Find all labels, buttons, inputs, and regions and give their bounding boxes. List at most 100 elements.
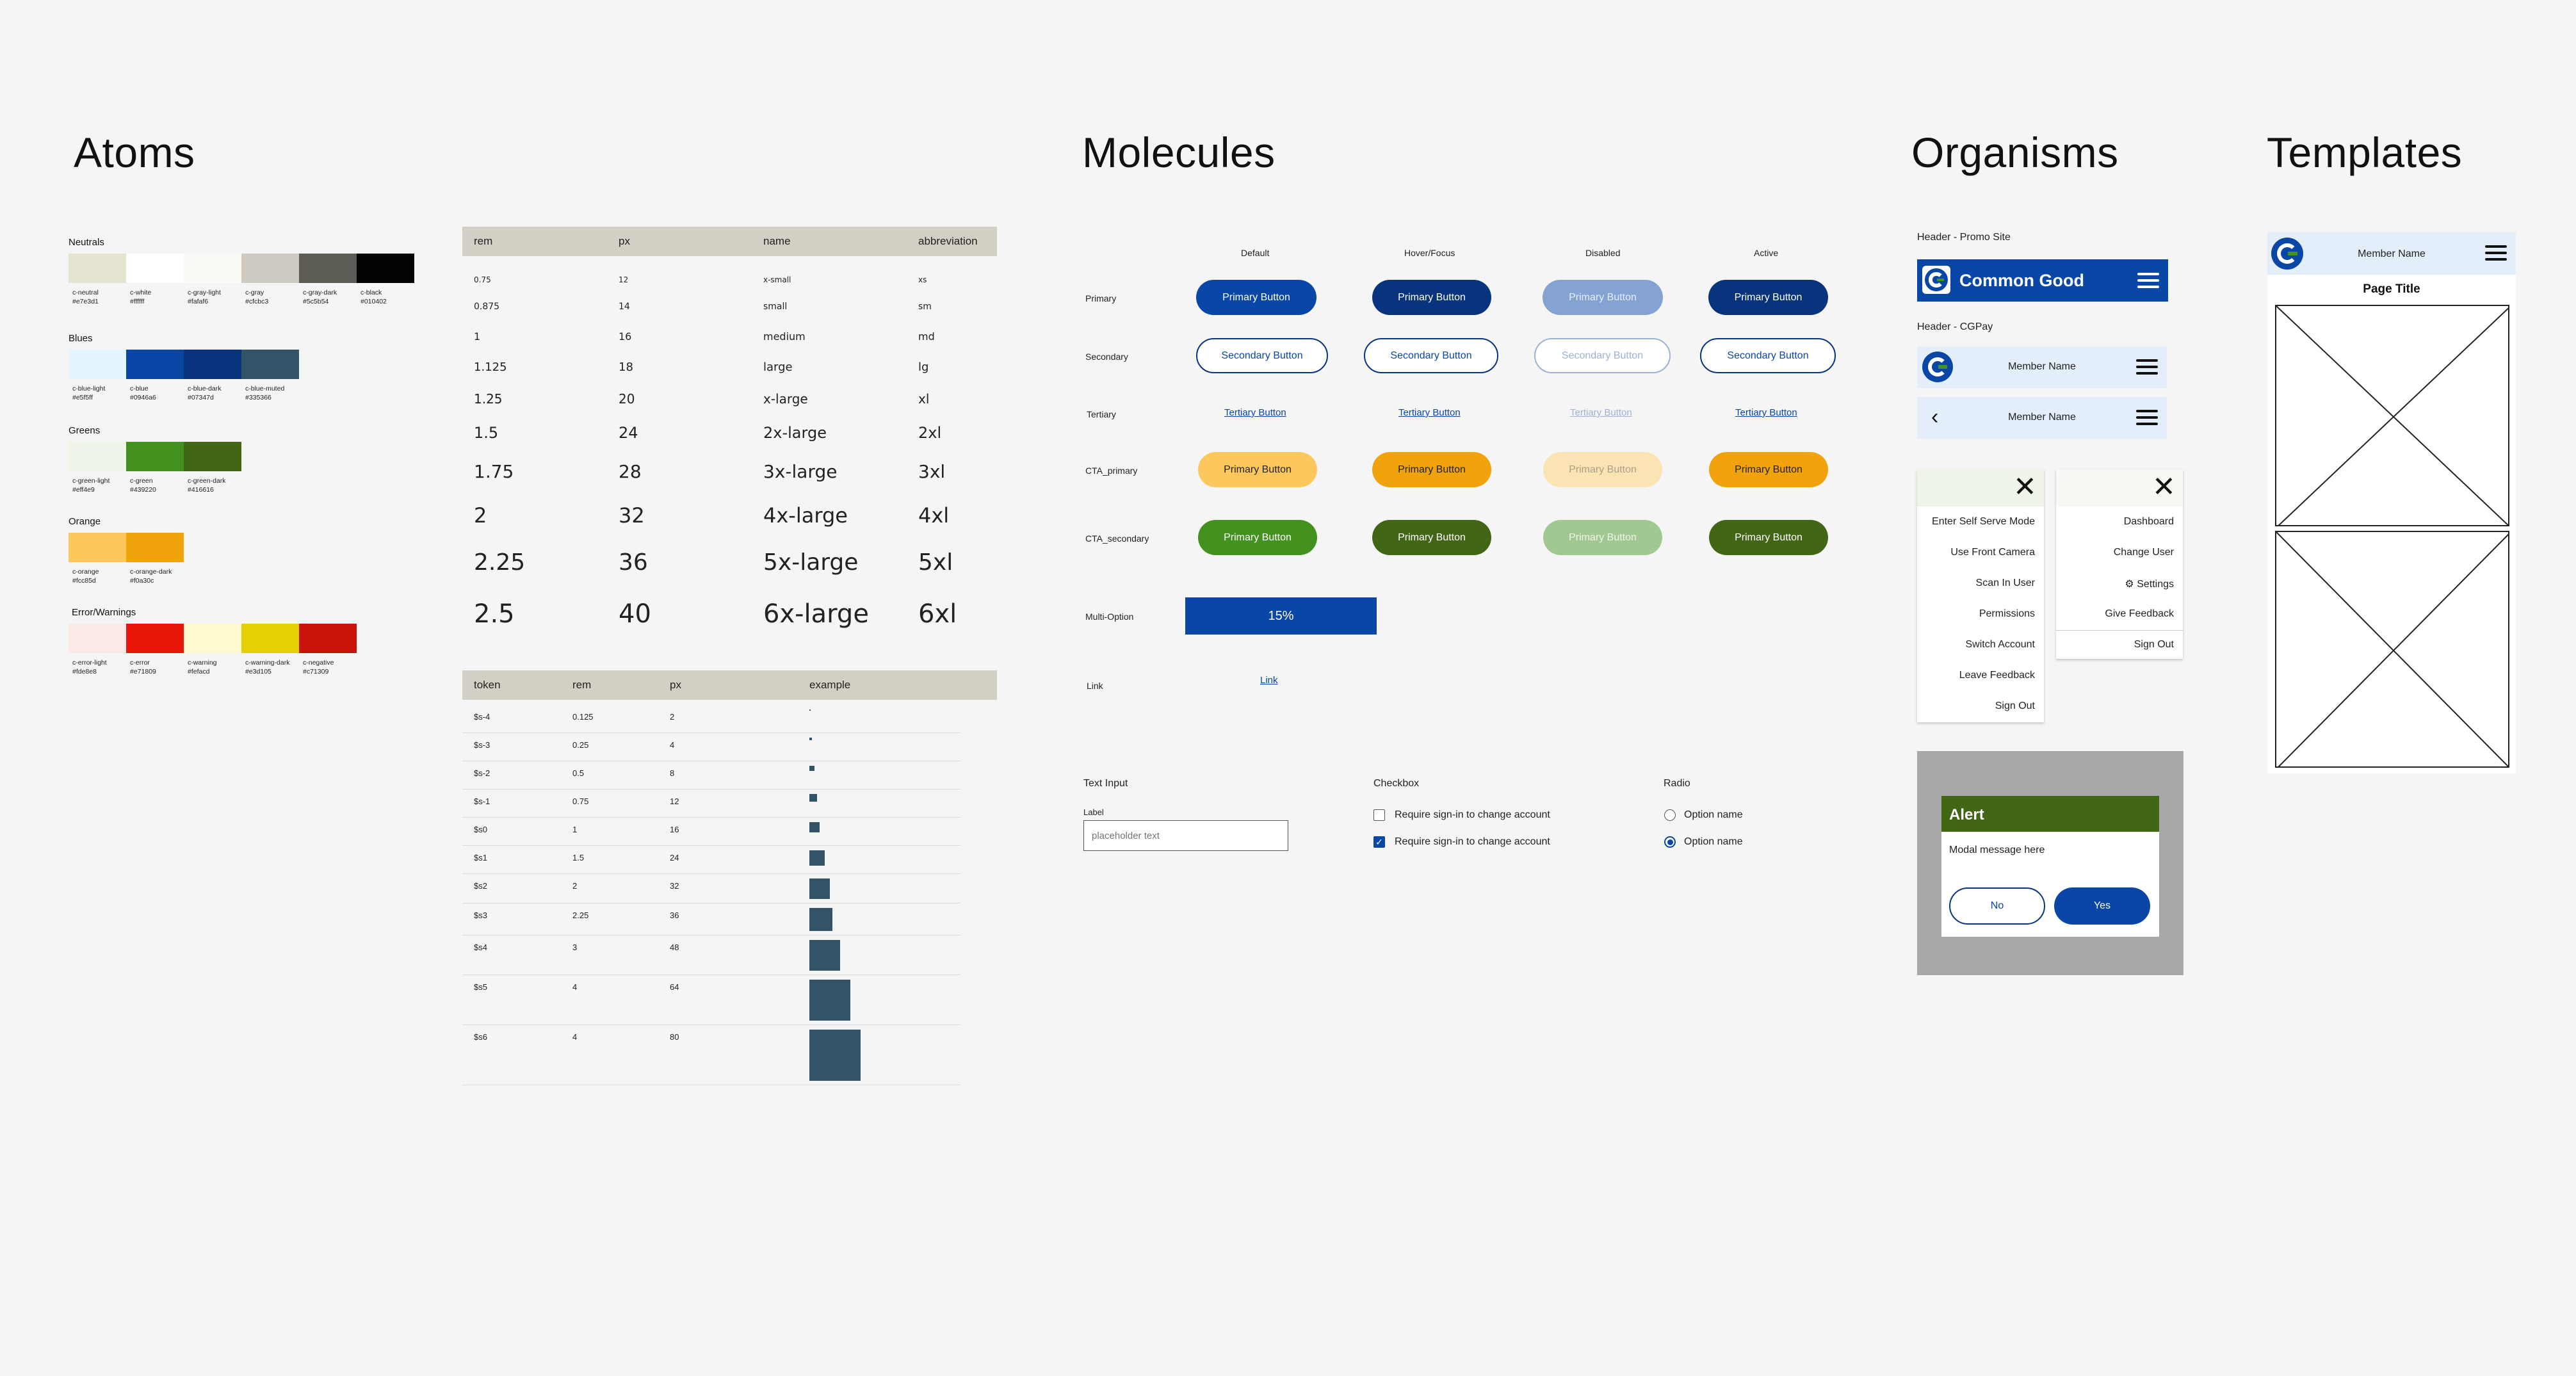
- placeholder-cross-icon: [2276, 306, 2508, 525]
- swatch-hex: #fde8e8: [72, 668, 97, 676]
- menu-item[interactable]: Leave Feedback: [1959, 670, 2035, 681]
- swatch-c-blue-dark: c-blue-dark #07347d: [184, 350, 241, 402]
- swatch-name: c-error: [130, 659, 150, 667]
- menu-item[interactable]: Permissions: [1979, 608, 2035, 620]
- primary-button-default[interactable]: Primary Button: [1196, 280, 1316, 315]
- checkbox-unchecked[interactable]: [1373, 809, 1385, 821]
- secondary-button-hover[interactable]: Secondary Button: [1364, 338, 1498, 373]
- alert-message: Modal message here: [1949, 845, 2045, 855]
- type-scale-cell: 6xl: [918, 599, 957, 629]
- swatch-name: c-blue-muted: [245, 385, 285, 393]
- cta-primary-disabled[interactable]: Primary Button: [1543, 452, 1662, 487]
- menu-item[interactable]: ⚙ Settings: [2125, 578, 2174, 590]
- spacing-px: 48: [670, 943, 679, 952]
- checkbox-label-1: Require sign-in to change account: [1395, 809, 1550, 820]
- swatch-c-orange: c-orange #fcc85d: [69, 533, 126, 585]
- type-scale-cell: 18: [619, 360, 633, 374]
- cta-secondary-active[interactable]: Primary Button: [1709, 520, 1828, 555]
- menu-item[interactable]: Dashboard: [2124, 516, 2174, 528]
- swatch-chip: [357, 254, 414, 283]
- type-col-rem: rem: [474, 235, 493, 247]
- cta-secondary-default[interactable]: Primary Button: [1198, 520, 1317, 555]
- spacing-px: 32: [670, 881, 679, 891]
- secondary-button-default[interactable]: Secondary Button: [1196, 338, 1328, 373]
- swatch-c-negative: c-negative #c71309: [299, 624, 357, 676]
- checkbox-checked[interactable]: ✓: [1373, 836, 1385, 848]
- swatch-name: c-blue-light: [72, 385, 106, 393]
- type-scale-cell: 3xl: [918, 461, 946, 482]
- row-cta-primary: CTA_primary: [1085, 465, 1138, 476]
- menu-item[interactable]: Change User: [2114, 547, 2174, 558]
- swatch-name: c-gray-dark: [303, 289, 337, 296]
- primary-button-active[interactable]: Primary Button: [1708, 280, 1828, 315]
- link-default[interactable]: Link: [1260, 675, 1278, 686]
- menu-item[interactable]: Switch Account: [1966, 639, 2036, 651]
- spacing-rem: 3: [572, 943, 578, 952]
- swatch-name: c-green-light: [72, 477, 110, 485]
- radio-label-1: Option name: [1684, 809, 1743, 820]
- radio-checked[interactable]: [1664, 836, 1676, 848]
- hamburger-menu-icon[interactable]: [2137, 273, 2159, 288]
- swatch-chip: [69, 533, 126, 562]
- alert-no-button[interactable]: No: [1949, 887, 2045, 925]
- type-scale-cell: xl: [918, 391, 930, 407]
- cta-primary-active[interactable]: Primary Button: [1709, 452, 1828, 487]
- promo-header: Common Good: [1917, 259, 2168, 302]
- spacing-example-box: [809, 878, 830, 899]
- menu-item-label: Sign Out: [1995, 700, 2035, 711]
- tertiary-button-hover[interactable]: Tertiary Button: [1398, 407, 1461, 418]
- tertiary-button-default[interactable]: Tertiary Button: [1224, 407, 1286, 418]
- primary-button-disabled[interactable]: Primary Button: [1543, 280, 1663, 315]
- swatch-chip: [184, 624, 241, 653]
- spacing-example-box: [809, 980, 850, 1021]
- swatch-hex: #335366: [245, 394, 271, 401]
- menu-item[interactable]: Sign Out: [2134, 639, 2174, 651]
- multi-option-bar[interactable]: 15%: [1185, 597, 1377, 635]
- menu-item[interactable]: Scan In User: [1976, 578, 2035, 589]
- spacing-token: $s0: [474, 825, 487, 834]
- swatch-hex: #e7e3d1: [72, 298, 99, 305]
- tertiary-button-active[interactable]: Tertiary Button: [1735, 407, 1797, 418]
- close-icon[interactable]: ✕: [2152, 473, 2176, 501]
- spacing-col-px: px: [670, 679, 681, 691]
- molecules-title: Molecules: [1082, 129, 1276, 176]
- swatch-chip: [241, 624, 299, 653]
- secondary-button-disabled[interactable]: Secondary Button: [1534, 338, 1671, 373]
- cta-secondary-disabled[interactable]: Primary Button: [1543, 520, 1662, 555]
- menu-item[interactable]: Enter Self Serve Mode: [1932, 516, 2035, 528]
- hamburger-menu-icon[interactable]: [2136, 410, 2158, 425]
- menu-item-label: Change User: [2113, 547, 2174, 558]
- cta-secondary-hover[interactable]: Primary Button: [1372, 520, 1491, 555]
- hamburger-menu-icon[interactable]: [2485, 245, 2507, 261]
- cta-primary-hover[interactable]: Primary Button: [1372, 452, 1491, 487]
- primary-button-hover[interactable]: Primary Button: [1372, 280, 1491, 315]
- type-scale-cell: 2: [474, 503, 487, 528]
- secondary-button-active[interactable]: Secondary Button: [1700, 338, 1836, 373]
- menu-item[interactable]: Use Front Camera: [1950, 547, 2035, 558]
- cta-primary-default[interactable]: Primary Button: [1198, 452, 1317, 487]
- alert-yes-button[interactable]: Yes: [2054, 887, 2150, 925]
- swatch-c-gray: c-gray #cfcbc3: [241, 254, 299, 306]
- type-scale-cell: 14: [619, 302, 630, 312]
- neutrals-label: Neutrals: [69, 237, 104, 248]
- hamburger-menu-icon[interactable]: [2136, 359, 2158, 375]
- spacing-rem: 2: [572, 881, 578, 891]
- text-input[interactable]: [1083, 820, 1288, 851]
- row-multi-option: Multi-Option: [1085, 611, 1134, 622]
- menu-item[interactable]: Give Feedback: [2105, 608, 2174, 620]
- swatch-name: c-green-dark: [188, 477, 226, 485]
- type-scale-cell: 24: [619, 424, 638, 442]
- errors-swatches: c-error-light #fde8e8 c-error #e71809 c-warn…: [69, 624, 357, 676]
- spacing-rem: 0.125: [572, 712, 594, 722]
- placeholder-cross-icon: [2276, 532, 2508, 766]
- menu-item[interactable]: Sign Out: [1995, 700, 2035, 712]
- close-icon[interactable]: ✕: [2013, 473, 2037, 501]
- tertiary-button-disabled[interactable]: Tertiary Button: [1570, 407, 1632, 418]
- type-col-abbreviation: abbreviation: [918, 235, 978, 247]
- swatch-chip: [69, 442, 126, 471]
- swatch-chip: [126, 254, 184, 283]
- radio-unchecked[interactable]: [1664, 809, 1676, 821]
- swatch-name: c-negative: [303, 659, 334, 667]
- type-col-name: name: [763, 235, 791, 247]
- swatch-c-error-light: c-error-light #fde8e8: [69, 624, 126, 676]
